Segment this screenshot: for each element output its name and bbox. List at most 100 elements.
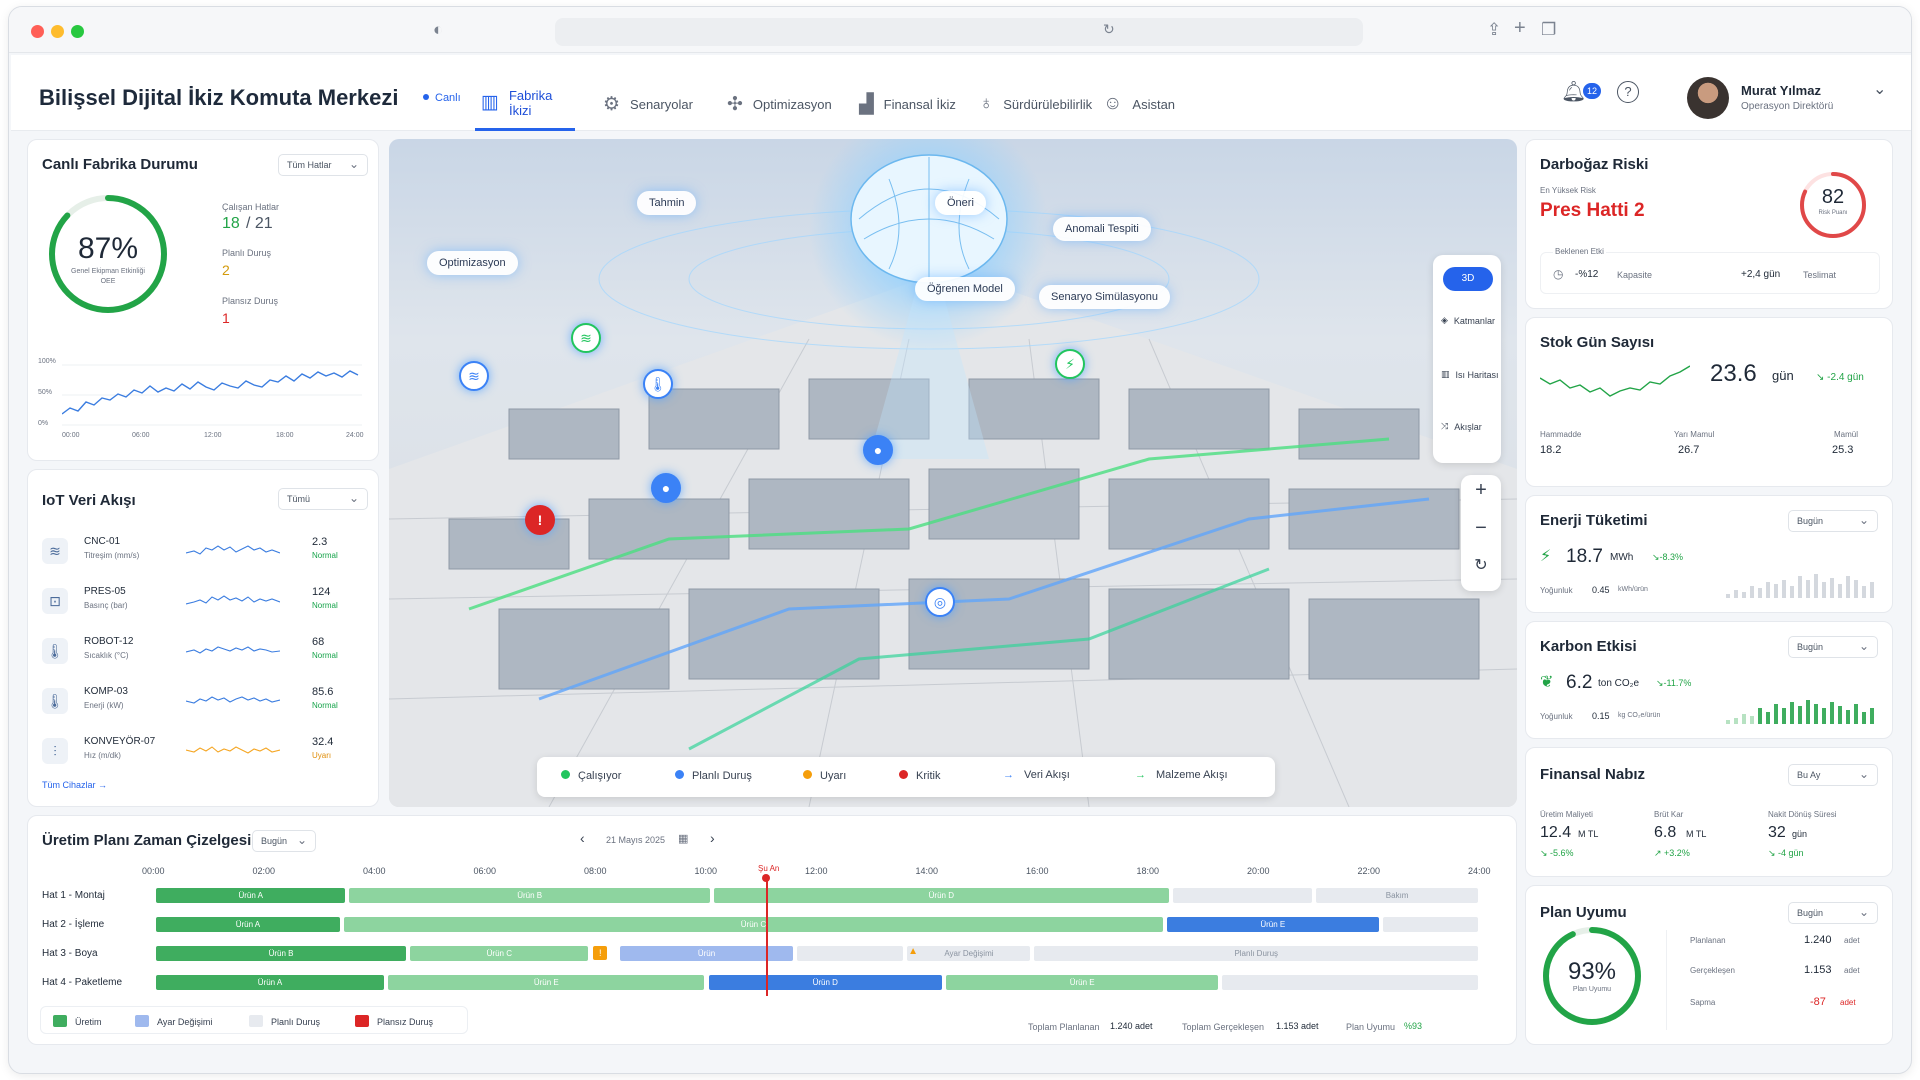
- impact-box: Beklenen Etki ◷ -%12 Kapasite +2,4 gün T…: [1540, 247, 1880, 294]
- card-title: Finansal Nabız: [1540, 766, 1646, 783]
- ai-tag-optimizasyon[interactable]: Optimizasyon: [427, 251, 518, 275]
- ai-tag-ogrenen-model[interactable]: Öğrenen Model: [915, 277, 1015, 301]
- timeline-segment[interactable]: Ürün D: [708, 975, 943, 990]
- new-tab-icon[interactable]: +: [1514, 17, 1526, 40]
- previous-day-icon[interactable]: ‹: [580, 830, 585, 846]
- tab-fabrika-ikizi[interactable]: ▥ Fabrika İkizi: [475, 77, 575, 131]
- delivery-impact-value: +2,4 gün: [1741, 269, 1781, 280]
- legend-label: Üretim: [75, 1017, 102, 1027]
- timeline-segment[interactable]: Ürün A: [156, 888, 346, 903]
- next-day-icon[interactable]: ›: [710, 830, 715, 846]
- legend-unplanned-stop: Plansız Duruş: [355, 1015, 433, 1027]
- wifi-sensor-pin[interactable]: ≋: [459, 361, 489, 391]
- delta-text: -11.7%: [1663, 678, 1692, 688]
- line-filter-select[interactable]: Tüm Hatlar: [278, 154, 368, 176]
- tab-senaryolar[interactable]: ⚙ Senaryolar: [603, 77, 693, 131]
- timeline-segment[interactable]: Planlı Duruş: [1034, 946, 1478, 961]
- timeline-segment[interactable]: Ürün A: [156, 975, 385, 990]
- help-icon[interactable]: ?: [1617, 81, 1639, 103]
- sensor-pin[interactable]: ●: [651, 473, 681, 503]
- reset-view-icon[interactable]: ↻: [1461, 555, 1501, 575]
- list-item[interactable]: ⫶ KONVEYÖR-07 Hız (m/dk) 32.4 Uyarı: [42, 732, 372, 778]
- timeline-segment[interactable]: Ürün C: [410, 946, 589, 961]
- intensity-value: 0.45: [1592, 585, 1610, 595]
- timeline-segment[interactable]: Ürün E: [388, 975, 705, 990]
- tab-asistan[interactable]: ☺ Asistan: [1103, 77, 1175, 131]
- tab-label: Senaryolar: [630, 96, 693, 112]
- timeline-segment[interactable]: Ürün E: [1167, 917, 1379, 932]
- stock-item-label: Hammadde: [1540, 430, 1582, 439]
- timeline-filter-select[interactable]: Bugün: [252, 830, 316, 852]
- timeline-segment[interactable]: Ürün D: [714, 888, 1169, 903]
- warning-icon[interactable]: !: [593, 946, 608, 960]
- timeline-segment[interactable]: [1382, 917, 1478, 932]
- list-item[interactable]: 🌡︎ ROBOT-12 Sıcaklık (°C) 68 Normal: [42, 632, 372, 678]
- robot-sensor-pin[interactable]: ●: [863, 435, 893, 465]
- list-item[interactable]: ⊡ PRES-05 Basınç (bar) 124 Normal: [42, 582, 372, 628]
- digital-twin-viewport[interactable]: Tahmin Öneri Anomali Tespiti Optimizasyo…: [389, 139, 1517, 807]
- timeline-segment[interactable]: Ayar Değişimi: [907, 946, 1031, 961]
- trend-down-icon: ↘: [1656, 678, 1664, 688]
- iot-stream-card: IoT Veri Akışı Tümü ≋ CNC-01 Titreşim (m…: [27, 469, 379, 807]
- y-tick-label: 100%: [38, 358, 56, 365]
- all-devices-link[interactable]: Tüm Cihazlar →: [42, 780, 107, 790]
- flows-button[interactable]: ⤨ Akışlar: [1441, 421, 1482, 432]
- factory-3d-scene: [389, 139, 1517, 807]
- oee-sublabel: OEE: [100, 278, 116, 285]
- thermometer-sensor-pin[interactable]: 🌡︎: [643, 369, 673, 399]
- y-tick-label: 50%: [38, 389, 53, 396]
- close-window-button[interactable]: [31, 25, 44, 38]
- timeline-segment[interactable]: [1172, 888, 1313, 903]
- timeline-segment[interactable]: Ürün B: [349, 888, 711, 903]
- timeline-segment[interactable]: Bakım: [1316, 888, 1478, 903]
- reload-icon[interactable]: ↻: [1103, 21, 1115, 38]
- x-tick-label: 12:00: [204, 432, 222, 439]
- critical-alert-pin[interactable]: !: [525, 505, 555, 535]
- oee-label: Genel Ekipman Etkinliği: [71, 268, 145, 275]
- view-3d-toggle[interactable]: 3D: [1443, 267, 1493, 291]
- avatar[interactable]: [1687, 77, 1729, 119]
- share-icon[interactable]: ⇪: [1487, 20, 1501, 40]
- timeline-row-label: Hat 4 - Paketleme: [42, 977, 123, 988]
- wifi-sensor-pin[interactable]: ≋: [571, 323, 601, 353]
- zoom-out-icon[interactable]: −: [1461, 517, 1501, 540]
- privacy-shield-icon[interactable]: ◐: [433, 20, 443, 40]
- calendar-icon[interactable]: ▦: [678, 832, 688, 845]
- timeline-segment[interactable]: Ürün C: [343, 917, 1164, 932]
- ai-tag-senaryo[interactable]: Senaryo Simülasyonu: [1039, 285, 1171, 309]
- timeline-segment[interactable]: Ürün A: [156, 917, 340, 932]
- heatmap-button[interactable]: ▥ Isı Haritası: [1441, 369, 1499, 380]
- list-item[interactable]: ≋ CNC-01 Titreşim (mm/s) 2.3 Normal: [42, 532, 372, 578]
- energy-filter-select[interactable]: Bugün: [1788, 510, 1878, 532]
- iot-filter-select[interactable]: Tümü: [278, 488, 368, 510]
- chevron-down-icon[interactable]: ⌄: [1873, 79, 1886, 99]
- ai-tag-oneri[interactable]: Öneri: [935, 191, 986, 215]
- tab-optimizasyon[interactable]: ✣ Optimizasyon: [727, 77, 832, 131]
- tabs-overview-icon[interactable]: ❐: [1541, 20, 1556, 40]
- ai-tag-tahmin[interactable]: Tahmin: [637, 191, 697, 215]
- timeline-segment[interactable]: Ürün B: [156, 946, 407, 961]
- address-bar[interactable]: [555, 18, 1363, 46]
- finance-filter-select[interactable]: Bu Ay: [1788, 764, 1878, 786]
- sensor-pin[interactable]: ◎: [925, 587, 955, 617]
- energy-sensor-pin[interactable]: ⚡︎: [1055, 349, 1085, 379]
- app-title: Bilişsel Dijital İkiz Komuta Merkezi: [39, 85, 399, 110]
- maximize-window-button[interactable]: [71, 25, 84, 38]
- list-item[interactable]: 🌡︎ KOMP-03 Enerji (kW) 85.6 Normal: [42, 682, 372, 728]
- zoom-in-icon[interactable]: +: [1461, 479, 1501, 502]
- ai-tag-anomali[interactable]: Anomali Tespiti: [1053, 217, 1151, 241]
- minimize-window-button[interactable]: [51, 25, 64, 38]
- layers-button[interactable]: ◈ Katmanlar: [1441, 315, 1495, 326]
- tab-surdurulebilirlik[interactable]: ♁ Sürdürülebilirlik: [979, 77, 1092, 131]
- timeline-date: 21 Mayıs 2025: [606, 835, 666, 845]
- plan-filter-select[interactable]: Bugün: [1788, 902, 1878, 924]
- tab-finansal-ikiz[interactable]: ▟ Finansal İkiz: [859, 77, 956, 131]
- timeline-segment[interactable]: [1222, 975, 1478, 990]
- timeline-rows: Hat 1 - Montaj Ürün A Ürün B Ürün D Bakım Hat…: [28, 888, 1508, 998]
- timeline-segment[interactable]: Ürün E: [946, 975, 1219, 990]
- carbon-filter-select[interactable]: Bugün: [1788, 636, 1878, 658]
- card-title: Darboğaz Riski: [1540, 156, 1649, 173]
- timeline-segment[interactable]: [796, 946, 904, 961]
- stock-days-value: 23.6: [1710, 360, 1757, 387]
- legend-label: Ayar Değişimi: [157, 1017, 213, 1027]
